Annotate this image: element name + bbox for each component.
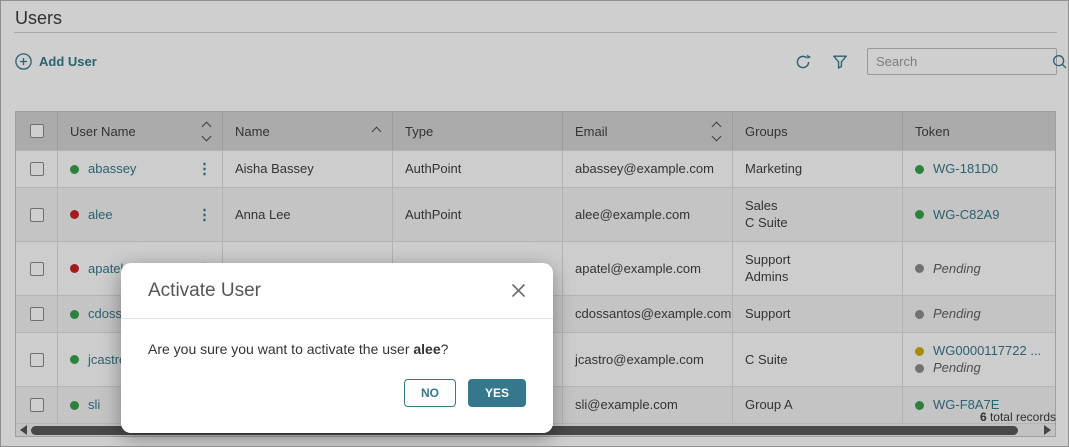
modal-actions: NO YES	[403, 379, 526, 407]
modal-header: Activate User	[121, 263, 553, 319]
modal-message-prefix: Are you sure you want to activate the us…	[148, 341, 414, 357]
close-icon[interactable]	[511, 283, 526, 298]
modal-message-suffix: ?	[440, 341, 449, 357]
yes-button[interactable]: YES	[467, 379, 526, 407]
activate-user-modal: Activate User Are you sure you want to a…	[121, 263, 553, 433]
users-page: Users Add User User NameNameTypeEmailGro…	[0, 0, 1069, 447]
modal-title: Activate User	[148, 279, 261, 301]
modal-message-username: alee	[413, 341, 441, 357]
no-button[interactable]: NO	[403, 379, 456, 407]
modal-message: Are you sure you want to activate the us…	[121, 319, 553, 357]
